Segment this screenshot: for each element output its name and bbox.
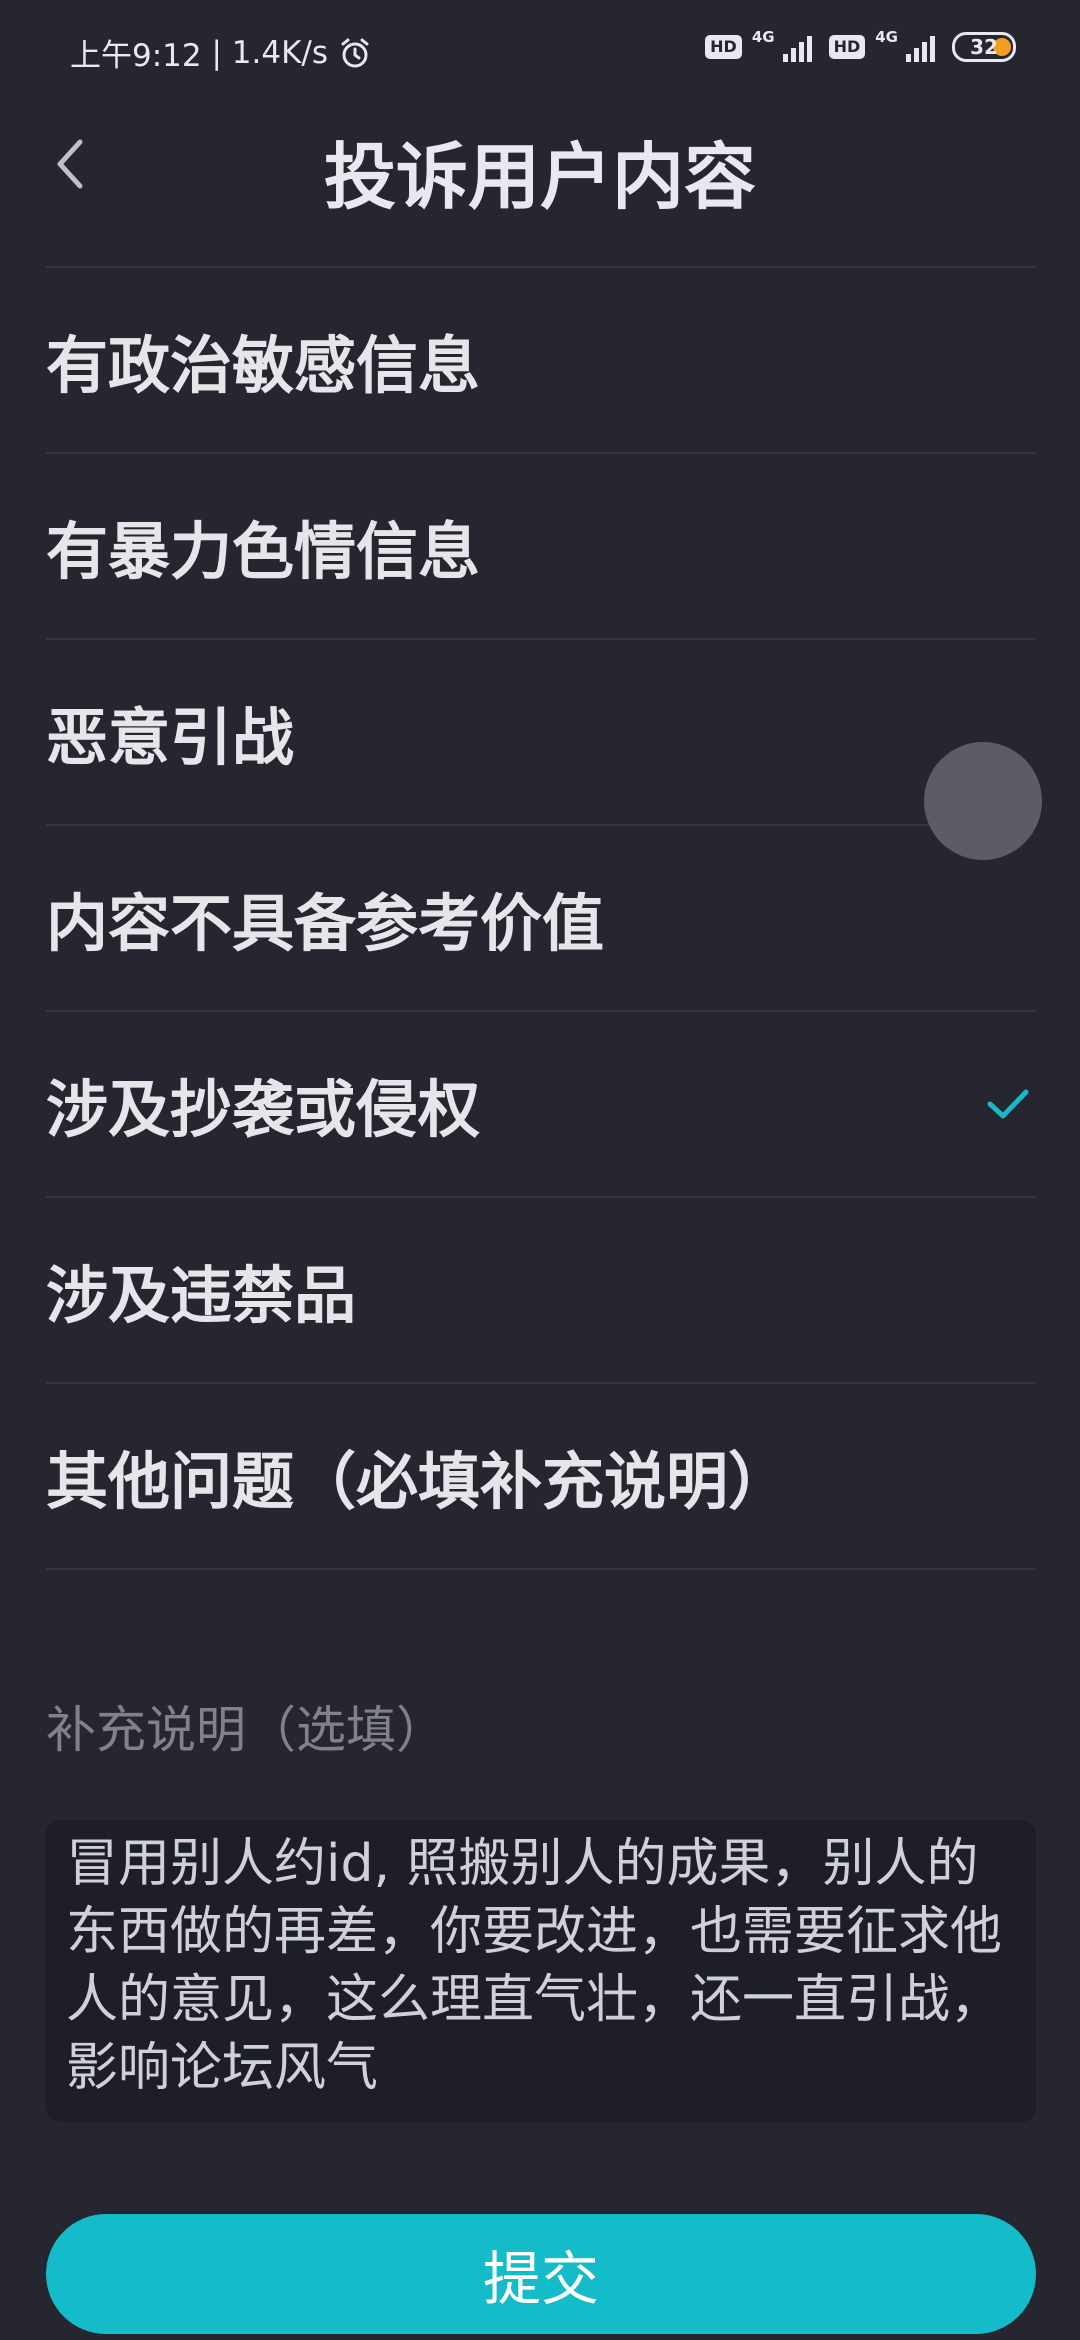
network-4g-label: 4G <box>751 28 775 46</box>
reason-item[interactable]: 其他问题（必填补充说明） <box>46 1384 1036 1570</box>
reason-item[interactable]: 有垃圾或者广告信息 <box>46 220 1036 268</box>
status-right: HD 4G HD 4G 32 <box>705 28 1016 64</box>
status-time: 上午9:12 <box>70 38 202 74</box>
reason-label: 有政治敏感信息 <box>46 329 481 402</box>
supplement-text: 冒用别人约id, 照搬别人的成果，别人的东西做的再差，你要改进，也需要征求他人的… <box>66 1834 1003 2098</box>
hd-badge: HD <box>705 35 742 59</box>
supplement-label: 补充说明（选填） <box>46 1701 446 1759</box>
reason-item[interactable]: 恶意引战 <box>46 640 1036 826</box>
reason-list: 有垃圾或者广告信息有政治敏感信息有暴力色情信息恶意引战内容不具备参考价值涉及抄袭… <box>46 220 1036 1570</box>
submit-button[interactable]: 提交 <box>46 2214 1036 2334</box>
header: 投诉用户内容 <box>0 108 1080 220</box>
reason-item[interactable]: 内容不具备参考价值 <box>46 826 1036 1012</box>
reason-list-viewport[interactable]: 有垃圾或者广告信息有政治敏感信息有暴力色情信息恶意引战内容不具备参考价值涉及抄袭… <box>0 220 1080 1640</box>
signal-bars-icon <box>782 36 812 62</box>
page-title: 投诉用户内容 <box>323 135 756 219</box>
reason-label: 恶意引战 <box>46 701 295 774</box>
reason-label: 内容不具备参考价值 <box>46 887 605 960</box>
check-icon <box>987 1089 1029 1119</box>
network-speed: 1.4K/s <box>231 34 329 71</box>
reason-item[interactable]: 涉及违禁品 <box>46 1198 1036 1384</box>
reason-item[interactable]: 涉及抄袭或侵权 <box>46 1012 1036 1198</box>
reason-label: 涉及违禁品 <box>46 1259 357 1332</box>
floating-assist-button[interactable] <box>924 742 1042 860</box>
signal-bars-icon <box>906 36 935 62</box>
hd-badge: HD <box>828 35 866 59</box>
battery-icon: 32 <box>952 32 1016 62</box>
supplement-input[interactable]: 冒用别人约id, 照搬别人的成果，别人的东西做的再差，你要改进，也需要征求他人的… <box>46 1820 1036 2122</box>
reason-item[interactable]: 有暴力色情信息 <box>46 454 1036 640</box>
reason-label: 其他问题（必填补充说明） <box>46 1445 791 1518</box>
reason-item[interactable]: 有政治敏感信息 <box>46 268 1036 454</box>
status-separator: | <box>201 34 232 71</box>
battery-level: 32 <box>970 35 998 59</box>
alarm-clock-icon <box>341 38 369 67</box>
reason-label: 有暴力色情信息 <box>46 515 481 588</box>
network-4g-label: 4G <box>875 28 898 46</box>
reason-label: 涉及抄袭或侵权 <box>46 1073 481 1146</box>
status-bar: 上午9:12 | 1.4K/s HD 4G HD 4G 32 <box>0 0 1080 108</box>
status-left: 上午9:12 | 1.4K/s <box>70 30 372 75</box>
